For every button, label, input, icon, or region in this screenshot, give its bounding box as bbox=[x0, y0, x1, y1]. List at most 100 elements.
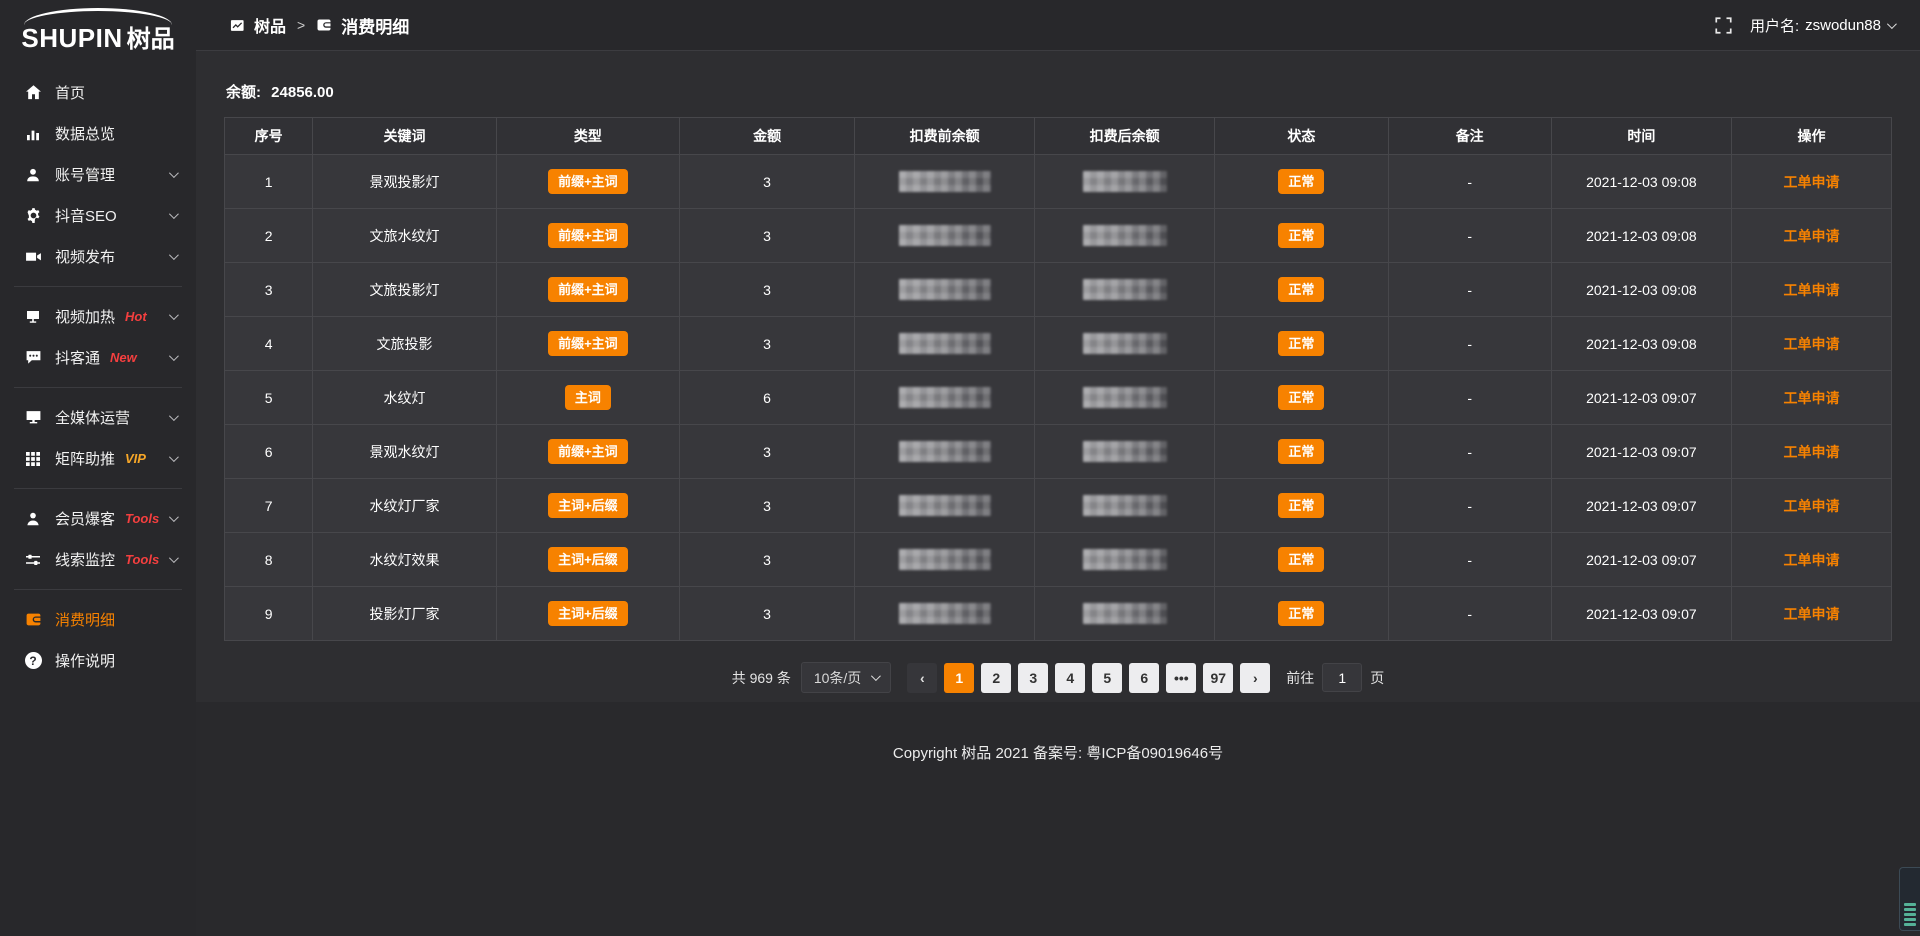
page-ellipsis-button[interactable]: ••• bbox=[1166, 663, 1196, 693]
ticket-request-link[interactable]: 工单申请 bbox=[1783, 390, 1839, 406]
sidebar-item-label: 数据总览 bbox=[55, 123, 115, 144]
screen-icon bbox=[24, 308, 42, 326]
page-size-select[interactable]: 10条/页 bbox=[801, 662, 891, 693]
cell-no: 1 bbox=[225, 155, 313, 209]
prev-page-button[interactable]: ‹ bbox=[907, 663, 937, 693]
blurred-value bbox=[899, 549, 991, 570]
copyright-text: Copyright 树品 2021 备案号: 粤ICP备09019646号 bbox=[893, 745, 1223, 762]
sidebar-item-doketong[interactable]: 抖客通 New bbox=[0, 337, 196, 378]
new-badge: New bbox=[110, 350, 137, 365]
balance-value: 24856.00 bbox=[271, 84, 334, 101]
status-badge: 正常 bbox=[1278, 223, 1324, 248]
cell-type: 主词+后缀 bbox=[496, 587, 679, 641]
type-badge: 主词+后缀 bbox=[548, 601, 628, 626]
blurred-value bbox=[899, 279, 991, 300]
ticket-request-link[interactable]: 工单申请 bbox=[1783, 336, 1839, 352]
ticket-request-link[interactable]: 工单申请 bbox=[1783, 174, 1839, 190]
sidebar-item-video-heating[interactable]: 视频加热 Hot bbox=[0, 296, 196, 337]
cell-time: 2021-12-03 09:07 bbox=[1551, 425, 1731, 479]
page-button-2[interactable]: 2 bbox=[981, 663, 1011, 693]
breadcrumb-root[interactable]: 树品 bbox=[254, 13, 286, 37]
type-badge: 前缀+主词 bbox=[548, 223, 628, 248]
cell-balance-after bbox=[1035, 479, 1215, 533]
balance-label: 余额: bbox=[226, 84, 261, 101]
sidebar-item-label: 账号管理 bbox=[55, 164, 115, 185]
chevron-down-icon bbox=[169, 411, 179, 421]
sidebar-divider bbox=[14, 488, 182, 489]
cell-amount: 3 bbox=[680, 425, 855, 479]
goto-page-input[interactable] bbox=[1322, 663, 1362, 692]
page-button-6[interactable]: 6 bbox=[1129, 663, 1159, 693]
cell-action: 工单申请 bbox=[1731, 317, 1891, 371]
ticket-request-link[interactable]: 工单申请 bbox=[1783, 444, 1839, 460]
sidebar-item-member-burst[interactable]: 会员爆客 Tools bbox=[0, 498, 196, 539]
type-badge: 前缀+主词 bbox=[548, 439, 628, 464]
sidebar-item-home[interactable]: 首页 bbox=[0, 72, 196, 113]
blurred-value bbox=[899, 225, 991, 246]
sidebar-item-label: 抖音SEO bbox=[55, 205, 117, 226]
chat-icon bbox=[24, 349, 42, 367]
cell-time: 2021-12-03 09:07 bbox=[1551, 533, 1731, 587]
cell-no: 6 bbox=[225, 425, 313, 479]
page-button-5[interactable]: 5 bbox=[1092, 663, 1122, 693]
cell-status: 正常 bbox=[1215, 155, 1388, 209]
cell-remark: - bbox=[1388, 317, 1551, 371]
sidebar-item-douyin-seo[interactable]: 抖音SEO bbox=[0, 195, 196, 236]
sidebar: SHUPIN 树品 首页 数据总览 账号管理 bbox=[0, 0, 196, 936]
table-header-row: 序号 关键词 类型 金额 扣费前余额 扣费后余额 状态 备注 时间 操作 bbox=[225, 118, 1892, 155]
blurred-value bbox=[899, 603, 991, 624]
blurred-value bbox=[1083, 171, 1167, 192]
cell-keyword: 景观水纹灯 bbox=[313, 425, 496, 479]
blurred-value bbox=[1083, 441, 1167, 462]
cell-keyword: 文旅投影 bbox=[313, 317, 496, 371]
user-menu[interactable]: 用户名: zswodun88 bbox=[1750, 15, 1894, 36]
sidebar-item-video-publish[interactable]: 视频发布 bbox=[0, 236, 196, 277]
cell-status: 正常 bbox=[1215, 209, 1388, 263]
cell-time: 2021-12-03 09:07 bbox=[1551, 371, 1731, 425]
cell-remark: - bbox=[1388, 533, 1551, 587]
fullscreen-icon[interactable] bbox=[1714, 15, 1734, 35]
sidebar-item-label: 全媒体运营 bbox=[55, 407, 130, 428]
table-row: 8 水纹灯效果 主词+后缀 3 正常 - 2021-12-03 09:07 工单… bbox=[225, 533, 1892, 587]
cell-action: 工单申请 bbox=[1731, 587, 1891, 641]
user-icon bbox=[24, 166, 42, 184]
sidebar-item-data-overview[interactable]: 数据总览 bbox=[0, 113, 196, 154]
sidebar-item-account-management[interactable]: 账号管理 bbox=[0, 154, 196, 195]
col-header-remark: 备注 bbox=[1388, 118, 1551, 155]
balance-summary: 余额: 24856.00 bbox=[226, 81, 1890, 102]
breadcrumb-current: 消费明细 bbox=[341, 13, 409, 38]
goto-suffix: 页 bbox=[1370, 668, 1384, 688]
cell-balance-after bbox=[1035, 425, 1215, 479]
floating-widget[interactable] bbox=[1899, 867, 1920, 931]
cell-no: 3 bbox=[225, 263, 313, 317]
breadcrumb-separator: > bbox=[297, 17, 305, 33]
page-button-1[interactable]: 1 bbox=[944, 663, 974, 693]
cell-remark: - bbox=[1388, 371, 1551, 425]
cell-status: 正常 bbox=[1215, 425, 1388, 479]
sidebar-item-lead-monitor[interactable]: 线索监控 Tools bbox=[0, 539, 196, 580]
chevron-down-icon bbox=[169, 250, 179, 260]
sidebar-item-consumption-details[interactable]: 消费明细 bbox=[0, 599, 196, 640]
cell-type: 前缀+主词 bbox=[496, 425, 679, 479]
ticket-request-link[interactable]: 工单申请 bbox=[1783, 228, 1839, 244]
ticket-request-link[interactable]: 工单申请 bbox=[1783, 606, 1839, 622]
ticket-request-link[interactable]: 工单申请 bbox=[1783, 552, 1839, 568]
ticket-request-link[interactable]: 工单申请 bbox=[1783, 282, 1839, 298]
cell-no: 5 bbox=[225, 371, 313, 425]
table-row: 6 景观水纹灯 前缀+主词 3 正常 - 2021-12-03 09:07 工单… bbox=[225, 425, 1892, 479]
sidebar-item-all-media[interactable]: 全媒体运营 bbox=[0, 397, 196, 438]
page-button-97[interactable]: 97 bbox=[1203, 663, 1233, 693]
cell-time: 2021-12-03 09:07 bbox=[1551, 479, 1731, 533]
ticket-request-link[interactable]: 工单申请 bbox=[1783, 498, 1839, 514]
page-button-3[interactable]: 3 bbox=[1018, 663, 1048, 693]
grid-icon bbox=[24, 450, 42, 468]
next-page-button[interactable]: › bbox=[1240, 663, 1270, 693]
cell-balance-before bbox=[855, 209, 1035, 263]
cell-balance-before bbox=[855, 587, 1035, 641]
cell-action: 工单申请 bbox=[1731, 155, 1891, 209]
sidebar-item-instructions[interactable]: ? 操作说明 bbox=[0, 640, 196, 681]
type-badge: 前缀+主词 bbox=[548, 277, 628, 302]
sidebar-item-matrix-boost[interactable]: 矩阵助推 VIP bbox=[0, 438, 196, 479]
page-button-4[interactable]: 4 bbox=[1055, 663, 1085, 693]
cell-balance-after bbox=[1035, 263, 1215, 317]
